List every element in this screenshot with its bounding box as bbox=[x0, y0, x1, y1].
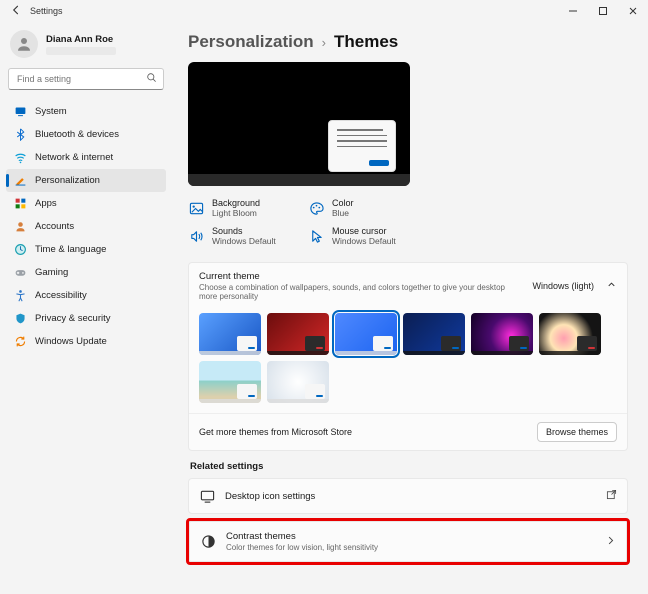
color-label: Color bbox=[332, 198, 354, 208]
desktop-icon bbox=[199, 488, 215, 504]
sidebar-item-update[interactable]: Windows Update bbox=[6, 330, 166, 353]
theme-thumb-glow[interactable] bbox=[267, 313, 329, 355]
background-shortcut[interactable]: Background Light Bloom bbox=[188, 198, 308, 218]
desktop-icon-settings-row[interactable]: Desktop icon settings bbox=[188, 478, 628, 514]
sidebar-item-label: Time & language bbox=[35, 244, 106, 255]
sounds-value: Windows Default bbox=[212, 236, 276, 246]
contrast-themes-label: Contrast themes bbox=[226, 531, 595, 542]
cursor-shortcut[interactable]: Mouse cursor Windows Default bbox=[308, 226, 428, 246]
accessibility-icon bbox=[14, 289, 27, 302]
sidebar: Diana Ann Roe System Bluetooth & devices N… bbox=[0, 22, 172, 594]
chevron-right-icon bbox=[605, 535, 616, 549]
sounds-label: Sounds bbox=[212, 226, 276, 236]
nav-list: System Bluetooth & devices Network & inter… bbox=[6, 100, 166, 353]
gaming-icon bbox=[14, 266, 27, 279]
maximize-button[interactable] bbox=[588, 0, 618, 22]
bluetooth-icon bbox=[14, 128, 27, 141]
titlebar: Settings bbox=[0, 0, 648, 22]
sidebar-item-label: Accessibility bbox=[35, 290, 87, 301]
browse-themes-button[interactable]: Browse themes bbox=[537, 422, 617, 442]
sidebar-item-accounts[interactable]: Accounts bbox=[6, 215, 166, 238]
current-theme-card: Current theme Choose a combination of wa… bbox=[188, 262, 628, 451]
theme-preview bbox=[188, 62, 410, 186]
close-button[interactable] bbox=[618, 0, 648, 22]
sidebar-item-accessibility[interactable]: Accessibility bbox=[6, 284, 166, 307]
desktop-icon-settings-label: Desktop icon settings bbox=[225, 491, 596, 502]
search-icon bbox=[146, 72, 157, 86]
minimize-button[interactable] bbox=[558, 0, 588, 22]
sidebar-item-label: Windows Update bbox=[35, 336, 107, 347]
current-theme-subtitle: Choose a combination of wallpapers, soun… bbox=[199, 283, 524, 301]
avatar bbox=[10, 30, 38, 58]
contrast-icon bbox=[200, 534, 216, 550]
palette-icon bbox=[308, 200, 324, 216]
user-email-placeholder bbox=[46, 47, 116, 55]
current-theme-name: Windows (light) bbox=[532, 281, 594, 291]
search-box[interactable] bbox=[8, 68, 164, 90]
apps-icon bbox=[14, 197, 27, 210]
sidebar-item-label: Gaming bbox=[35, 267, 68, 278]
update-icon bbox=[14, 335, 27, 348]
cursor-icon bbox=[308, 228, 324, 244]
system-icon bbox=[14, 105, 27, 118]
privacy-icon bbox=[14, 312, 27, 325]
chevron-up-icon bbox=[606, 279, 617, 293]
color-shortcut[interactable]: Color Blue bbox=[308, 198, 428, 218]
background-value: Light Bloom bbox=[212, 208, 260, 218]
color-value: Blue bbox=[332, 208, 354, 218]
cursor-value: Windows Default bbox=[332, 236, 396, 246]
sidebar-item-label: Bluetooth & devices bbox=[35, 129, 119, 140]
sidebar-item-system[interactable]: System bbox=[6, 100, 166, 123]
theme-thumb-spotlight[interactable] bbox=[471, 313, 533, 355]
contrast-themes-sub: Color themes for low vision, light sensi… bbox=[226, 543, 595, 552]
sidebar-item-apps[interactable]: Apps bbox=[6, 192, 166, 215]
sidebar-item-label: Privacy & security bbox=[35, 313, 111, 324]
user-block[interactable]: Diana Ann Roe bbox=[10, 30, 162, 58]
sidebar-item-bluetooth[interactable]: Bluetooth & devices bbox=[6, 123, 166, 146]
sidebar-item-label: Apps bbox=[35, 198, 57, 209]
user-name: Diana Ann Roe bbox=[46, 34, 116, 45]
theme-thumb-win-light-bloom[interactable] bbox=[199, 313, 261, 355]
theme-thumb-flowers[interactable] bbox=[539, 313, 601, 355]
open-external-icon bbox=[606, 489, 617, 503]
window-title: Settings bbox=[30, 6, 63, 16]
search-input[interactable] bbox=[15, 73, 146, 85]
sidebar-item-label: System bbox=[35, 106, 67, 117]
sounds-shortcut[interactable]: Sounds Windows Default bbox=[188, 226, 308, 246]
current-theme-title: Current theme bbox=[199, 271, 524, 282]
current-theme-header[interactable]: Current theme Choose a combination of wa… bbox=[189, 263, 627, 307]
related-settings-heading: Related settings bbox=[190, 461, 628, 472]
image-icon bbox=[188, 200, 204, 216]
theme-thumb-beach[interactable] bbox=[199, 361, 261, 403]
personalization-icon bbox=[14, 174, 27, 187]
time-icon bbox=[14, 243, 27, 256]
cursor-label: Mouse cursor bbox=[332, 226, 396, 236]
sidebar-item-privacy[interactable]: Privacy & security bbox=[6, 307, 166, 330]
content-area: Personalization › Themes Background bbox=[172, 22, 648, 594]
sound-icon bbox=[188, 228, 204, 244]
breadcrumb-current: Themes bbox=[334, 32, 398, 52]
accounts-icon bbox=[14, 220, 27, 233]
theme-thumb-win-dark[interactable] bbox=[403, 313, 465, 355]
theme-thumb-win-light[interactable] bbox=[335, 313, 397, 355]
sidebar-item-label: Personalization bbox=[35, 175, 100, 186]
sidebar-item-gaming[interactable]: Gaming bbox=[6, 261, 166, 284]
sidebar-item-network[interactable]: Network & internet bbox=[6, 146, 166, 169]
back-button[interactable] bbox=[10, 4, 22, 18]
sidebar-item-time[interactable]: Time & language bbox=[6, 238, 166, 261]
breadcrumb: Personalization › Themes bbox=[188, 32, 628, 52]
annotation-highlight: Contrast themes Color themes for low vis… bbox=[186, 518, 630, 565]
theme-thumb-silk[interactable] bbox=[267, 361, 329, 403]
sidebar-item-label: Accounts bbox=[35, 221, 74, 232]
store-link-text: Get more themes from Microsoft Store bbox=[199, 427, 352, 437]
background-label: Background bbox=[212, 198, 260, 208]
theme-thumbnails bbox=[189, 307, 627, 413]
chevron-right-icon: › bbox=[322, 35, 326, 50]
network-icon bbox=[14, 151, 27, 164]
sidebar-item-personalization[interactable]: Personalization bbox=[6, 169, 166, 192]
sidebar-item-label: Network & internet bbox=[35, 152, 113, 163]
contrast-themes-row[interactable]: Contrast themes Color themes for low vis… bbox=[189, 521, 627, 562]
breadcrumb-parent[interactable]: Personalization bbox=[188, 32, 314, 52]
